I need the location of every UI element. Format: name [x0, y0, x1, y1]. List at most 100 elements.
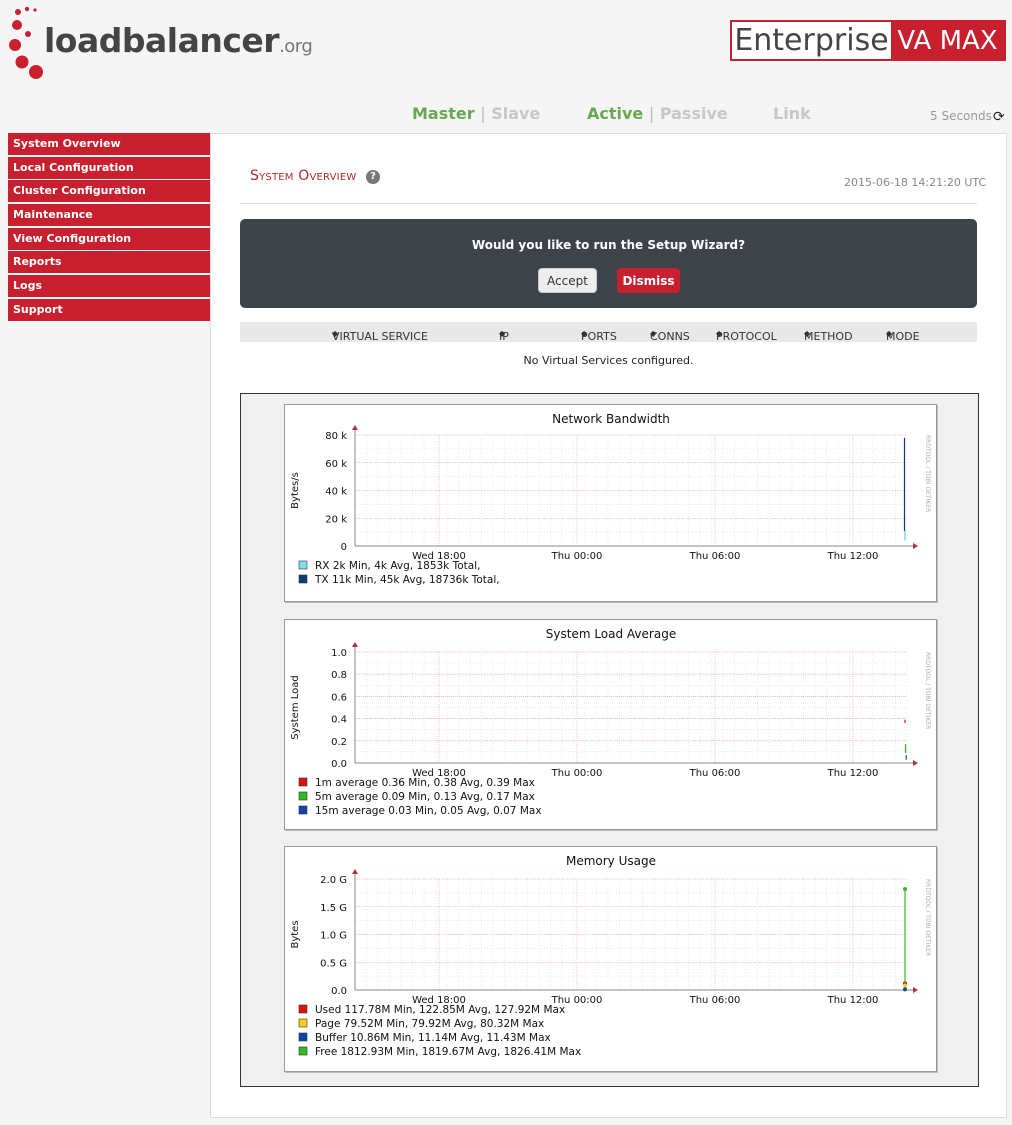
- dismiss-button[interactable]: Dismiss: [617, 268, 680, 293]
- y-tick-label: 20 k: [325, 514, 347, 525]
- node-role-status: Master | Slave: [412, 104, 541, 123]
- edition-badge: Enterprise VA MAX: [730, 20, 1006, 61]
- y-tick-label: 1.0 G: [320, 931, 347, 942]
- help-icon[interactable]: ?: [366, 170, 380, 184]
- sidebar-item-cluster-configuration[interactable]: Cluster Configuration: [8, 180, 210, 203]
- title-divider: [240, 203, 977, 204]
- legend-entry: 15m average 0.03 Min, 0.05 Avg, 0.07 Max: [315, 805, 542, 817]
- logo-dots-icon: [9, 6, 43, 79]
- legend-swatch: [298, 1046, 308, 1056]
- x-tick-label: Thu 00:00: [551, 551, 603, 562]
- memory-usage-graph: Memory Usage RRDTOOL / TOBI OETIKER Bytes 0…: [284, 846, 937, 1072]
- col-method[interactable]: METHOD ◆: [804, 326, 853, 343]
- legend-entry: TX 11k Min, 45k Avg, 18736k Total,: [314, 574, 500, 586]
- x-tick-label: Thu 06:00: [689, 768, 741, 779]
- col-virtual-service[interactable]: VIRTUAL SERVICE ◆: [332, 326, 428, 343]
- col-ports[interactable]: PORTS ◆: [581, 326, 617, 343]
- logo-suffix: .org: [279, 36, 313, 57]
- x-tick-label: Thu 06:00: [689, 995, 741, 1006]
- system-load-graph: System Load Average RRDTOOL / TOBI OETIKE…: [284, 619, 937, 830]
- y-axis-label: Bytes: [290, 920, 301, 948]
- logo-name: loadbalancer: [44, 21, 280, 60]
- legend-swatch: [298, 805, 308, 815]
- y-tick-label: 0.0: [331, 759, 347, 770]
- graph-watermark: RRDTOOL / TOBI OETIKER: [924, 435, 931, 512]
- graph-title: System Load Average: [546, 627, 676, 641]
- network-bandwidth-graph: Network Bandwidth RRDTOOL / TOBI OETIKER B…: [284, 404, 937, 602]
- sidebar: System Overview Local Configuration Clus…: [8, 133, 210, 323]
- legend-entry: Free 1812.93M Min, 1819.67M Avg, 1826.41…: [315, 1046, 581, 1058]
- role-master: Master: [412, 104, 475, 123]
- legend-entry: Page 79.52M Min, 79.92M Avg, 80.32M Max: [315, 1018, 544, 1030]
- y-tick-label: 0.5 G: [320, 958, 347, 969]
- y-axis-label: System Load: [290, 675, 301, 739]
- col-protocol[interactable]: PROTOCOL ◆: [716, 326, 777, 343]
- x-tick-label: Thu 00:00: [551, 768, 603, 779]
- accept-button[interactable]: Accept: [538, 268, 597, 293]
- series-point: [903, 886, 907, 891]
- legend-entry: RX 2k Min, 4k Avg, 1853k Total,: [315, 560, 480, 572]
- y-tick-label: 0: [341, 542, 347, 553]
- refresh-icon[interactable]: ⟳: [993, 109, 1005, 125]
- graph-title: Memory Usage: [566, 854, 656, 868]
- node-state-status: Active | Passive: [587, 104, 728, 123]
- sidebar-item-logs[interactable]: Logs: [8, 275, 210, 298]
- page-title: System Overview: [250, 168, 357, 184]
- y-tick-label: 40 k: [325, 487, 347, 498]
- series-point: [903, 983, 907, 988]
- graph-watermark: RRDTOOL / TOBI OETIKER: [924, 879, 931, 956]
- y-tick-label: 60 k: [325, 459, 347, 470]
- legend-entry: 5m average 0.09 Min, 0.13 Avg, 0.17 Max: [315, 791, 535, 803]
- sidebar-item-local-configuration[interactable]: Local Configuration: [8, 156, 210, 179]
- y-tick-label: 80 k: [325, 431, 347, 442]
- sidebar-item-support[interactable]: Support: [8, 298, 210, 321]
- link-status: Link: [773, 104, 811, 123]
- state-passive: Passive: [659, 104, 728, 123]
- y-tick-label: 0.8: [331, 670, 347, 681]
- y-axis-arrow: [352, 425, 358, 430]
- no-virtual-services-message: No Virtual Services configured.: [523, 354, 694, 367]
- graphs-panel: Network Bandwidth RRDTOOL / TOBI OETIKER B…: [240, 393, 979, 1087]
- legend-swatch: [298, 1004, 308, 1014]
- legend-swatch: [298, 1018, 308, 1028]
- x-tick-label: Thu 06:00: [689, 551, 741, 562]
- col-conns[interactable]: CONNS ◆: [650, 326, 690, 343]
- setup-wizard-banner: Would you like to run the Setup Wizard? …: [240, 219, 977, 308]
- legend-swatch: [298, 1032, 308, 1042]
- y-axis-arrow: [352, 869, 358, 874]
- y-tick-label: 1.5 G: [320, 903, 347, 914]
- graph-watermark: RRDTOOL / TOBI OETIKER: [924, 652, 931, 729]
- state-active: Active: [587, 104, 644, 123]
- sidebar-item-reports[interactable]: Reports: [8, 251, 210, 274]
- x-axis-arrow: [913, 760, 918, 766]
- wizard-question: Would you like to run the Setup Wizard?: [471, 238, 746, 252]
- sidebar-item-system-overview[interactable]: System Overview: [8, 133, 210, 155]
- series-point: [903, 987, 907, 992]
- x-tick-label: Thu 12:00: [827, 768, 879, 779]
- legend-swatch: [298, 560, 308, 570]
- logo[interactable]: loadbalancer.org: [8, 3, 313, 85]
- col-mode[interactable]: MODE ◆: [886, 326, 920, 343]
- col-ip[interactable]: IP ◆: [499, 326, 509, 343]
- x-axis-arrow: [913, 987, 918, 993]
- legend-swatch: [298, 574, 308, 584]
- y-tick-label: 1.0: [331, 648, 347, 659]
- refresh-interval[interactable]: 5 Seconds: [930, 109, 992, 123]
- timestamp: 2015-06-18 14:21:20 UTC: [844, 176, 987, 189]
- legend-swatch: [298, 777, 308, 787]
- x-axis-arrow: [913, 543, 918, 549]
- legend-swatch: [298, 791, 308, 801]
- sidebar-item-view-configuration[interactable]: View Configuration: [8, 227, 210, 250]
- edition-badge-left: Enterprise: [734, 23, 889, 58]
- legend-entry: Buffer 10.86M Min, 11.14M Avg, 11.43M Ma…: [315, 1032, 551, 1044]
- y-tick-label: 0.0: [331, 986, 347, 997]
- y-tick-label: 2.0 G: [320, 875, 347, 886]
- sidebar-item-maintenance[interactable]: Maintenance: [8, 204, 210, 227]
- virtual-services-table-header: VIRTUAL SERVICE ◆ IP ◆ PORTS ◆ CONNS ◆ P…: [240, 322, 977, 343]
- legend-entry: 1m average 0.36 Min, 0.38 Avg, 0.39 Max: [315, 777, 535, 789]
- y-tick-label: 0.4: [331, 715, 347, 726]
- graph-title: Network Bandwidth: [552, 412, 670, 426]
- y-axis-arrow: [352, 642, 358, 647]
- role-slave: Slave: [491, 104, 541, 123]
- x-tick-label: Thu 12:00: [827, 995, 879, 1006]
